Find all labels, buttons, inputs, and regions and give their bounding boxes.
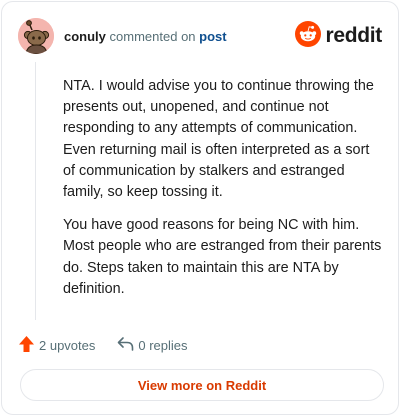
upvote-button[interactable]: 2 upvotes bbox=[18, 335, 95, 356]
reply-button[interactable]: 0 replies bbox=[117, 336, 188, 355]
post-link[interactable]: post bbox=[199, 29, 226, 44]
thread-line bbox=[35, 62, 36, 320]
comment-meta: conuly commented on post bbox=[64, 29, 227, 44]
comment-paragraph: NTA. I would advise you to continue thro… bbox=[63, 78, 374, 201]
comment-body: NTA. I would advise you to continue thro… bbox=[63, 76, 383, 300]
reddit-wordmark: reddit bbox=[325, 24, 382, 47]
reddit-brand[interactable]: reddit bbox=[295, 20, 382, 52]
view-more-button[interactable]: View more on Reddit bbox=[20, 369, 384, 401]
comment-header: conuly commented on post reddit bbox=[18, 18, 382, 54]
comment-actions: 2 upvotes 0 replies bbox=[18, 335, 188, 355]
snoo-avatar-icon[interactable] bbox=[18, 18, 54, 54]
reply-count: 0 replies bbox=[138, 337, 188, 353]
username-link[interactable]: conuly bbox=[64, 29, 106, 44]
action-text: commented on bbox=[109, 28, 196, 44]
reddit-logo-icon bbox=[295, 20, 322, 52]
comment-embed-card: conuly commented on post reddit NTA. I w… bbox=[1, 1, 399, 415]
upvote-arrow-icon bbox=[18, 335, 35, 356]
comment-paragraph: You have good reasons for being NC with … bbox=[63, 217, 382, 297]
reply-arrow-icon bbox=[117, 336, 134, 355]
upvote-count: 2 upvotes bbox=[39, 337, 96, 353]
